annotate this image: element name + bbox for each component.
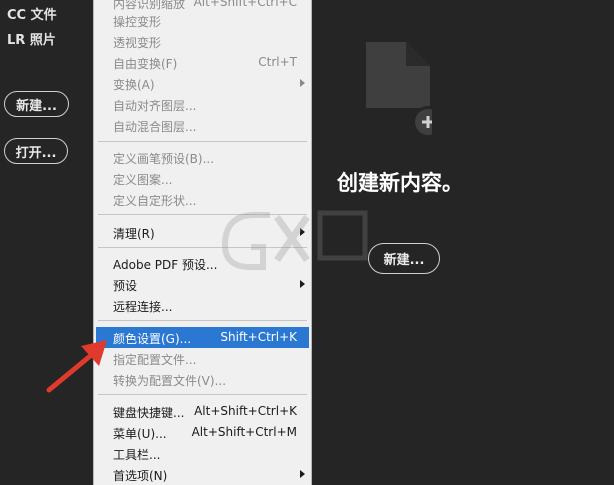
menu-separator: [98, 141, 307, 142]
main-new-button[interactable]: 新建...: [368, 243, 440, 274]
menu-item-menus[interactable]: 菜单(U)... Alt+Shift+Ctrl+M: [94, 422, 311, 443]
menu-item-remote-connections[interactable]: 远程连接...: [94, 295, 311, 316]
menu-item-puppet-warp[interactable]: 操控变形: [94, 10, 311, 31]
submenu-arrow-icon: [300, 470, 305, 478]
menu-item-convert-to-profile[interactable]: 转换为配置文件(V)...: [94, 369, 311, 390]
menu-item-perspective-warp[interactable]: 透视变形: [94, 31, 311, 52]
menu-separator: [98, 394, 307, 395]
annotation-arrow-icon: [46, 340, 107, 393]
left-panel: CC 文件 LR 照片 新建... 打开...: [0, 0, 93, 485]
lr-photos-link[interactable]: LR 照片: [7, 29, 56, 48]
watermark-logo-icon: [222, 210, 368, 270]
menu-item-free-transform[interactable]: 自由变换(F) Ctrl+T: [94, 52, 311, 73]
menu-item-toolbar[interactable]: 工具栏...: [94, 443, 311, 464]
submenu-arrow-icon: [300, 79, 305, 87]
left-open-button[interactable]: 打开...: [4, 138, 68, 164]
menu-item-define-pattern[interactable]: 定义图案...: [94, 168, 311, 189]
menu-separator: [98, 320, 307, 321]
menu-item-assign-profile[interactable]: 指定配置文件...: [94, 348, 311, 369]
create-new-title: 创建新内容。: [337, 171, 463, 195]
new-document-icon: [366, 42, 432, 138]
menu-item-define-brush[interactable]: 定义画笔预设(B)...: [94, 147, 311, 168]
menu-item-auto-blend-layers[interactable]: 自动混合图层...: [94, 115, 311, 136]
menu-item-auto-align-layers[interactable]: 自动对齐图层...: [94, 94, 311, 115]
menu-item-color-settings[interactable]: 颜色设置(G)... Shift+Ctrl+K: [96, 327, 309, 348]
menu-item-preferences[interactable]: 首选项(N): [94, 464, 311, 485]
cc-files-link[interactable]: CC 文件: [7, 4, 57, 23]
left-new-button[interactable]: 新建...: [4, 91, 69, 117]
menu-item-transform[interactable]: 变换(A): [94, 73, 311, 94]
menu-item-presets[interactable]: 预设: [94, 274, 311, 295]
submenu-arrow-icon: [300, 280, 305, 288]
menu-item-keyboard-shortcuts[interactable]: 键盘快捷键... Alt+Shift+Ctrl+K: [94, 401, 311, 422]
